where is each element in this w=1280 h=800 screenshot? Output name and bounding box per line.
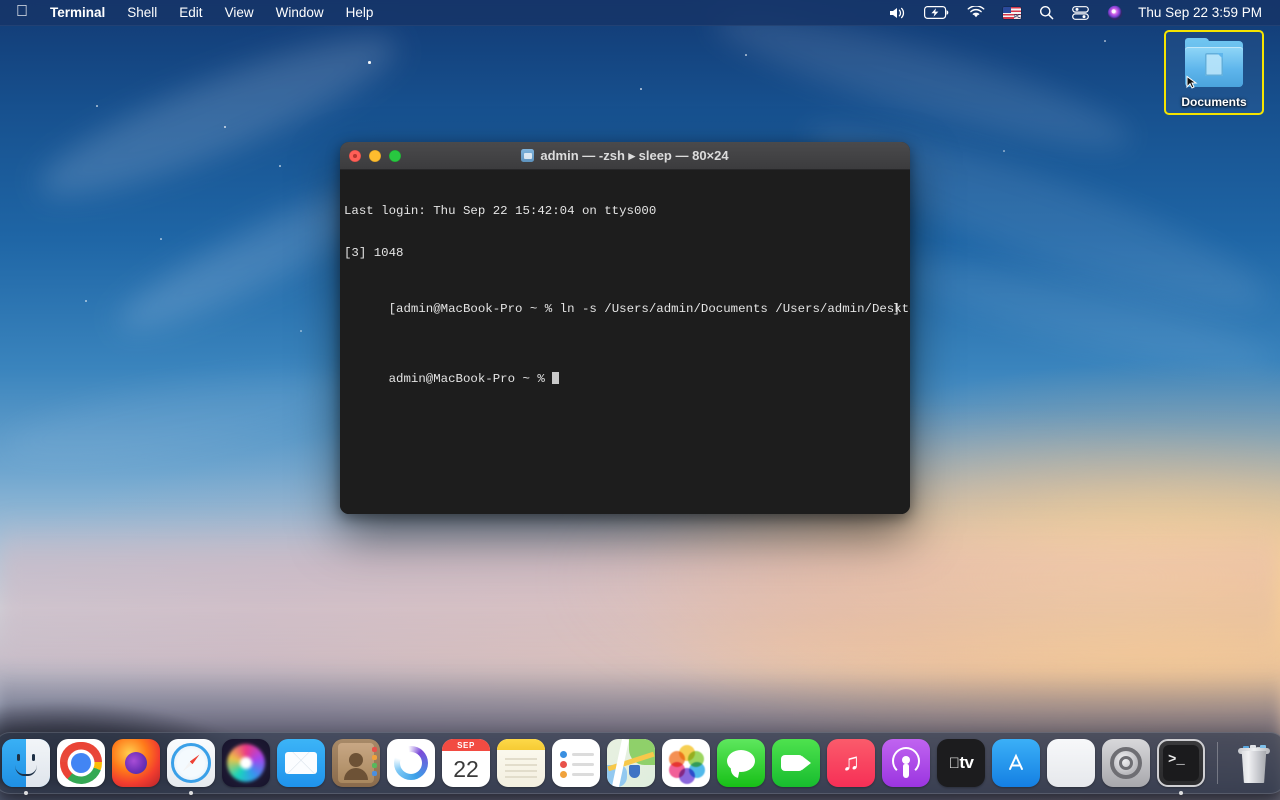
music-icon: ♫ — [827, 739, 875, 787]
dock-item-contacts[interactable] — [332, 739, 380, 787]
messages-icon — [717, 739, 765, 787]
dock-item-launchpad[interactable] — [1047, 739, 1095, 787]
dock-item-chrome[interactable] — [57, 739, 105, 787]
folder-icon — [1183, 38, 1245, 90]
terminal-title: admin — -zsh ▸ sleep — 80×24 — [540, 148, 728, 164]
apple-tv-icon: tv — [937, 739, 985, 787]
alias-arrow-icon — [1183, 73, 1201, 91]
terminal-prompt-glyph: >_ — [1168, 753, 1185, 767]
finder-icon — [2, 739, 50, 787]
calendar-icon: SEP 22 — [442, 739, 490, 787]
menu-item-shell[interactable]: Shell — [116, 2, 168, 24]
terminal-command-line: [admin@MacBook-Pro ~ % ln -s /Users/admi… — [344, 288, 904, 330]
menu-item-edit[interactable]: Edit — [168, 2, 213, 24]
terminal-line-login: Last login: Thu Sep 22 15:42:04 on ttys0… — [344, 204, 904, 218]
mail-icon — [277, 739, 325, 787]
menu-bar-status-area: PC Thu Sep 22 3:59 PM — [880, 3, 1270, 23]
safari-icon — [167, 739, 215, 787]
calendar-day: 22 — [442, 751, 490, 787]
dock-divider — [1217, 742, 1218, 784]
volume-icon[interactable] — [880, 4, 915, 22]
menu-item-window[interactable]: Window — [265, 2, 335, 24]
running-indicator — [189, 791, 193, 795]
menu-item-terminal[interactable]: Terminal — [39, 2, 116, 24]
terminal-title-area: admin — -zsh ▸ sleep — 80×24 — [340, 142, 910, 169]
siri-icon — [222, 739, 270, 787]
terminal-command-bracket-end: ] — [893, 302, 900, 316]
menu-bar:  Terminal Shell Edit View Window Help P… — [0, 0, 1280, 26]
close-button[interactable] — [349, 150, 361, 162]
us-flag-input-icon[interactable]: PC — [994, 5, 1030, 21]
dock-item-terminal[interactable]: >_ — [1157, 739, 1205, 787]
wifi-icon[interactable] — [958, 4, 994, 21]
trash-icon — [1230, 739, 1278, 787]
menu-item-view[interactable]: View — [214, 2, 265, 24]
terminal-content[interactable]: Last login: Thu Sep 22 15:42:04 on ttys0… — [340, 170, 910, 514]
crescendo-icon — [387, 739, 435, 787]
control-center-icon[interactable] — [1063, 4, 1098, 22]
dock-item-photos[interactable] — [662, 739, 710, 787]
dock-item-finder[interactable] — [2, 739, 50, 787]
window-controls — [340, 150, 401, 162]
dock-item-trash[interactable] — [1230, 739, 1278, 787]
terminal-window[interactable]: admin — -zsh ▸ sleep — 80×24 Last login:… — [340, 142, 910, 514]
dock-item-reminders[interactable] — [552, 739, 600, 787]
maps-icon — [607, 739, 655, 787]
zoom-button[interactable] — [389, 150, 401, 162]
menu-bar-left:  Terminal Shell Edit View Window Help — [12, 2, 384, 24]
dock-item-tv[interactable]: tv — [937, 739, 985, 787]
siri-icon[interactable] — [1098, 3, 1132, 23]
terminal-command-text: [admin@MacBook-Pro ~ % ln -s /Users/admi… — [389, 302, 910, 316]
menu-item-help[interactable]: Help — [335, 2, 385, 24]
dock-item-system-preferences[interactable] — [1102, 739, 1150, 787]
contacts-icon — [332, 739, 380, 787]
dock-item-messages[interactable] — [717, 739, 765, 787]
input-source-label: PC — [1014, 15, 1022, 19]
minimize-button[interactable] — [369, 150, 381, 162]
dock-item-firefox[interactable] — [112, 739, 160, 787]
dock-item-crescendo[interactable] — [387, 739, 435, 787]
search-icon[interactable] — [1030, 3, 1063, 22]
calendar-month: SEP — [442, 739, 490, 751]
firefox-icon — [112, 739, 160, 787]
tv-label: tv — [959, 753, 973, 773]
terminal-titlebar[interactable]: admin — -zsh ▸ sleep — 80×24 — [340, 142, 910, 170]
reminders-icon — [552, 739, 600, 787]
terminal-cursor — [552, 372, 559, 384]
chrome-icon — [57, 739, 105, 787]
dock-item-appstore[interactable] — [992, 739, 1040, 787]
terminal-window-icon — [521, 149, 534, 162]
terminal-line-job: [3] 1048 — [344, 246, 904, 260]
running-indicator — [1179, 791, 1183, 795]
dock: SEP 22 — [0, 732, 1280, 794]
desktop-icon-label: Documents — [1178, 95, 1249, 109]
dock-item-facetime[interactable] — [772, 739, 820, 787]
running-indicator — [24, 791, 28, 795]
dock-item-podcasts[interactable] — [882, 739, 930, 787]
dock-item-safari[interactable] — [167, 739, 215, 787]
terminal-prompt-line: admin@MacBook-Pro ~ % — [344, 358, 904, 400]
dock-item-music[interactable]: ♫ — [827, 739, 875, 787]
dock-item-calendar[interactable]: SEP 22 — [442, 739, 490, 787]
facetime-icon — [772, 739, 820, 787]
photos-icon — [662, 739, 710, 787]
terminal-icon: >_ — [1157, 739, 1205, 787]
dock-item-mail[interactable] — [277, 739, 325, 787]
apple-menu-icon[interactable]:  — [12, 3, 39, 23]
launchpad-icon — [1047, 739, 1095, 787]
music-note-glyph: ♫ — [842, 751, 860, 775]
podcasts-icon — [882, 739, 930, 787]
dock-item-notes[interactable] — [497, 739, 545, 787]
menu-bar-clock[interactable]: Thu Sep 22 3:59 PM — [1132, 3, 1270, 22]
dock-item-maps[interactable] — [607, 739, 655, 787]
terminal-prompt: admin@MacBook-Pro ~ % — [389, 372, 553, 386]
battery-charging-icon[interactable] — [915, 4, 958, 21]
notes-icon — [497, 739, 545, 787]
desktop-icon-documents[interactable]: Documents — [1164, 30, 1264, 115]
system-preferences-icon — [1102, 739, 1150, 787]
dock-item-siri[interactable] — [222, 739, 270, 787]
app-store-icon — [992, 739, 1040, 787]
